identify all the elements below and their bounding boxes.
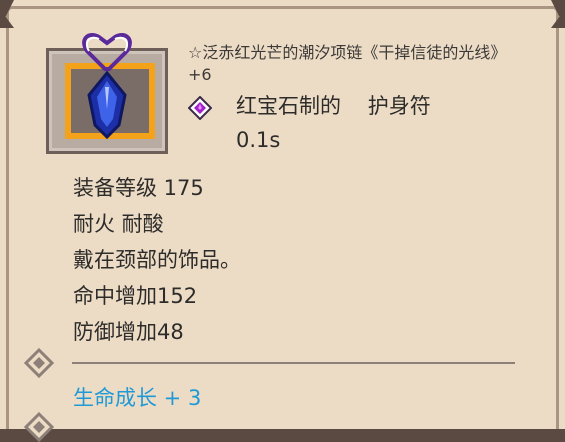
item-icon-slot[interactable] [46, 32, 168, 154]
cast-time: 0.1s [236, 128, 281, 152]
item-title: ☆泛赤红光芒的潮汐项链《干掉信徒的光线》+6 [188, 43, 507, 84]
section-divider [72, 362, 515, 364]
item-stats: 装备等级 175 耐火 耐酸 戴在颈部的饰品。 命中增加152 防御增加48 [73, 170, 241, 350]
stat-line: 防御增加48 [73, 320, 184, 344]
diamond-bullet-icon [24, 412, 54, 442]
stat-line: 命中增加152 [73, 284, 198, 308]
diamond-bullet-icon [24, 348, 54, 378]
sapphire-pendant-icon [82, 32, 132, 140]
item-type: 红宝石制的 护身符 [236, 94, 431, 118]
growth-bonus: 生命成长 + 3 [73, 386, 202, 410]
item-tooltip-panel: ☆泛赤红光芒的潮汐项链《干掉信徒的光线》+6 红宝石制的 护身符 0.1s 装备… [0, 0, 565, 442]
purple-gem-icon [188, 96, 212, 120]
stat-line: 装备等级 175 [73, 176, 204, 200]
stat-line: 耐火 耐酸 [73, 212, 164, 236]
stat-line: 戴在颈部的饰品。 [73, 248, 241, 272]
